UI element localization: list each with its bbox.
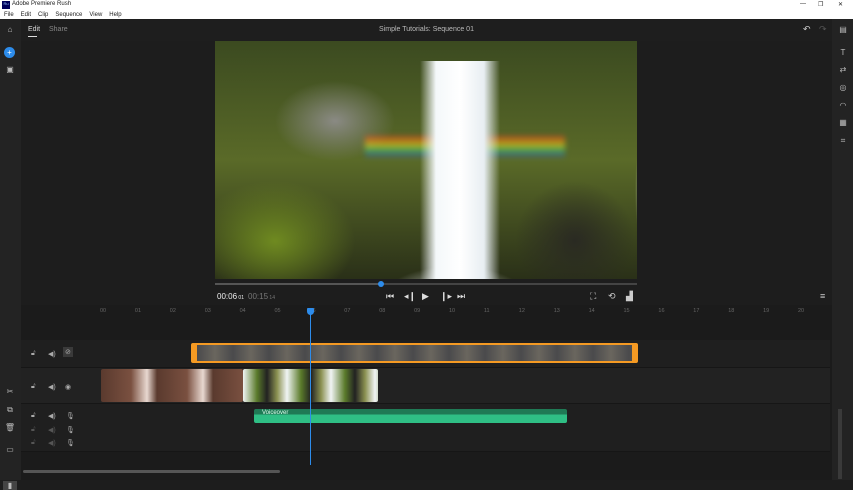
menu-bar: File Edit Clip Sequence View Help xyxy=(0,10,853,19)
lock-icon[interactable]: 🔓︎ xyxy=(31,350,36,358)
horizontal-scrollbar[interactable] xyxy=(23,470,280,473)
ruler-tick-label: 11 xyxy=(483,308,490,314)
mute-icon[interactable]: ◀) xyxy=(48,383,56,391)
hide-track-icon[interactable]: ⊘ xyxy=(63,347,73,357)
step-back-icon[interactable]: ◂❙ xyxy=(404,291,416,302)
lock-icon[interactable]: 🔓︎ xyxy=(31,383,36,391)
sequence-title: Simple Tutorials: Sequence 01 xyxy=(379,26,474,33)
go-to-end-icon[interactable]: ⏭ xyxy=(457,291,465,302)
aspect-icon[interactable]: ▭ xyxy=(3,445,17,454)
ruler-tick-label: 04 xyxy=(239,308,246,314)
mic-icon[interactable]: 🎙︎ xyxy=(66,439,75,447)
transform-icon[interactable]: ⌗ xyxy=(836,136,850,146)
ruler-tick-label: 15 xyxy=(623,308,630,314)
video-clip-cattle[interactable] xyxy=(101,369,243,402)
header-bar: Edit Share Simple Tutorials: Sequence 01… xyxy=(21,19,832,41)
ruler-tick-label: 01 xyxy=(134,308,142,314)
mute-icon[interactable]: ◀) xyxy=(48,412,56,420)
window-title: Adobe Premiere Rush xyxy=(12,1,72,7)
close-button[interactable]: ✕ xyxy=(838,1,843,8)
mic-icon[interactable]: 🎙︎ xyxy=(66,412,75,420)
ruler-tick-label: 09 xyxy=(414,308,421,314)
overlay-clip-selected[interactable] xyxy=(191,343,638,363)
fit-icon[interactable]: ⛶ xyxy=(590,291,596,302)
minimize-button[interactable]: — xyxy=(800,1,806,7)
loop-icon[interactable]: ⟲ xyxy=(608,291,616,302)
lock-icon[interactable]: 🔓︎ xyxy=(31,426,36,434)
add-media-button[interactable]: + xyxy=(4,47,15,58)
ruler-tick-label: 03 xyxy=(204,308,211,314)
duplicate-icon[interactable]: ⧉ xyxy=(3,405,17,415)
scrubber-handle[interactable] xyxy=(378,281,384,287)
comments-icon[interactable]: ▤ xyxy=(836,25,850,34)
step-forward-icon[interactable]: ❙▸ xyxy=(440,291,452,302)
audio-icon[interactable]: ▦ xyxy=(836,118,850,127)
menu-edit[interactable]: Edit xyxy=(21,12,31,18)
ruler-tick-label: 00 xyxy=(100,308,107,314)
titles-icon[interactable]: T xyxy=(836,48,850,57)
speed-icon[interactable]: ◠ xyxy=(836,101,850,110)
mute-icon[interactable]: ◀) xyxy=(48,350,56,358)
fullscreen-icon[interactable]: ▟ xyxy=(626,291,633,302)
current-time: 00:06 01 xyxy=(217,292,244,301)
ruler-tick-label: 19 xyxy=(763,308,770,314)
duration-time: 00:15 14 xyxy=(248,292,275,301)
menu-sequence[interactable]: Sequence xyxy=(55,12,82,18)
mic-icon[interactable]: 🎙︎ xyxy=(66,426,75,434)
ruler-tick-label: 20 xyxy=(798,308,805,314)
audio-clip-label: Voiceover xyxy=(262,410,289,416)
home-icon[interactable]: ⌂ xyxy=(3,25,17,34)
split-icon[interactable]: ✂ xyxy=(3,387,17,396)
ruler-tick-label: 08 xyxy=(379,308,386,314)
menu-clip[interactable]: Clip xyxy=(38,12,48,18)
playhead-handle[interactable] xyxy=(307,308,314,315)
maximize-button[interactable]: ❐ xyxy=(818,1,823,8)
ruler-tick-label: 05 xyxy=(274,308,281,314)
lock-icon[interactable]: 🔓︎ xyxy=(31,412,36,420)
project-icon[interactable]: ▣ xyxy=(3,65,17,74)
redo-icon[interactable]: ↷ xyxy=(819,24,827,35)
mute-icon[interactable]: ◀) xyxy=(48,426,56,434)
ruler-tick-label: 14 xyxy=(588,308,595,314)
menu-file[interactable]: File xyxy=(4,12,14,18)
ruler-tick-label: 10 xyxy=(449,308,456,314)
eye-icon[interactable]: ◉ xyxy=(65,383,71,391)
ruler-tick-label: 16 xyxy=(658,308,665,314)
track-controls-toggle[interactable]: ▮ xyxy=(3,481,17,490)
left-toolbar: ⌂ + ▣ ✂ ⧉ 🗑 ▭ ▮ xyxy=(0,19,21,490)
right-panel-bar: ▤ T ⇄ ◎ ◠ ▦ ⌗ xyxy=(832,19,853,480)
ruler-tick-label: 07 xyxy=(344,308,351,314)
timeline-menu-icon[interactable]: ≡ xyxy=(820,291,825,301)
ruler-tick-label: 02 xyxy=(169,308,176,314)
undo-icon[interactable]: ↶ xyxy=(803,24,811,35)
ruler-tick-label: 12 xyxy=(518,308,525,314)
ruler-tick-label: 18 xyxy=(728,308,735,314)
transitions-icon[interactable]: ⇄ xyxy=(836,65,850,74)
vertical-scrollbar[interactable] xyxy=(838,409,842,479)
ruler-tick-label: 17 xyxy=(693,308,700,314)
lock-icon[interactable]: 🔓︎ xyxy=(31,439,36,447)
app-logo-icon: Ru xyxy=(2,1,10,9)
menu-help[interactable]: Help xyxy=(109,12,121,18)
video-preview xyxy=(215,41,637,279)
play-icon[interactable]: ▶ xyxy=(422,291,429,302)
preview-scrubber[interactable] xyxy=(215,281,637,287)
color-icon[interactable]: ◎ xyxy=(836,83,850,92)
mute-icon[interactable]: ◀) xyxy=(48,439,56,447)
audio-clip-voiceover[interactable]: Voiceover xyxy=(254,409,567,423)
title-bar: Ru Adobe Premiere Rush — ❐ ✕ xyxy=(0,0,853,10)
active-tab-indicator xyxy=(28,36,37,37)
ruler-tick-label: 13 xyxy=(553,308,560,314)
playhead-line xyxy=(310,312,311,465)
menu-view[interactable]: View xyxy=(89,12,102,18)
go-to-start-icon[interactable]: ⏮ xyxy=(386,291,394,302)
delete-icon[interactable]: 🗑 xyxy=(3,423,17,432)
